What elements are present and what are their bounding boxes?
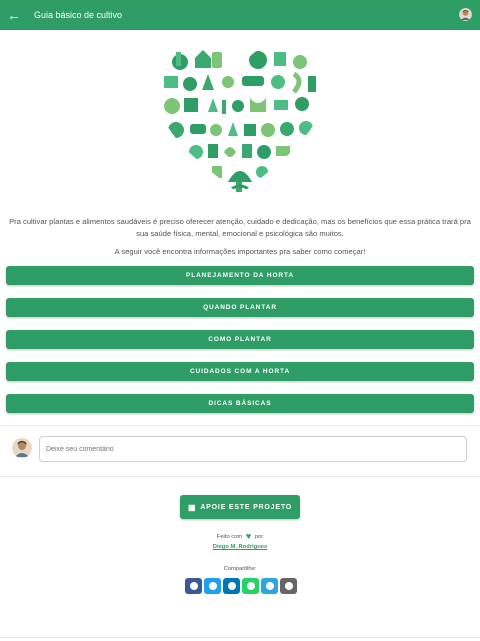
author-link[interactable]: Diego M. Rodrigues [0, 544, 480, 550]
menu-button-planejamento[interactable]: PLANEJAMENTO DA HORTA [6, 266, 474, 285]
app-screen: ← Guia básico de cultivo Pra cultivar pl… [0, 0, 480, 641]
intro-follow-up: A seguir você encontra informações impor… [114, 247, 366, 256]
user-avatar-icon[interactable] [459, 8, 472, 21]
linkedin-icon[interactable] [223, 578, 240, 594]
back-button[interactable]: ← [0, 0, 28, 30]
donate-icon: ▦ [187, 502, 197, 512]
support-label: APOIE ESTE PROJETO [200, 503, 293, 511]
divider [0, 637, 480, 638]
comment-input[interactable] [39, 436, 467, 462]
menu-button-dicas[interactable]: DICAS BÁSICAS [6, 394, 474, 413]
made-with-line: Feito com ♥ por [0, 531, 480, 541]
twitter-icon[interactable] [204, 578, 221, 594]
app-bar: ← Guia básico de cultivo [0, 0, 480, 30]
facebook-icon[interactable] [185, 578, 202, 594]
divider [0, 476, 480, 477]
user-avatar-icon [12, 438, 32, 458]
made-with-text: Feito com [216, 534, 243, 540]
gardening-heart-illustration [150, 40, 330, 200]
menu-button-quando-plantar[interactable]: QUANDO PLANTAR [6, 298, 474, 317]
page-title: Guia básico de cultivo [34, 10, 123, 20]
support-project-button[interactable]: ▦ APOIE ESTE PROJETO [180, 495, 300, 519]
email-icon[interactable] [280, 578, 297, 594]
share-buttons [185, 578, 297, 594]
menu-button-como-plantar[interactable]: COMO PLANTAR [6, 330, 474, 349]
menu-button-cuidados[interactable]: CUIDADOS COM A HORTA [6, 362, 474, 381]
heart-icon: ♥ [245, 531, 252, 541]
arrow-left-icon: ← [7, 7, 21, 23]
divider [0, 425, 480, 426]
intro-paragraph: Pra cultivar plantas e alimentos saudáve… [9, 217, 471, 238]
by-text: por [254, 534, 264, 540]
share-label: Compartilhe: [223, 566, 257, 572]
telegram-icon[interactable] [261, 578, 278, 594]
whatsapp-icon[interactable] [242, 578, 259, 594]
